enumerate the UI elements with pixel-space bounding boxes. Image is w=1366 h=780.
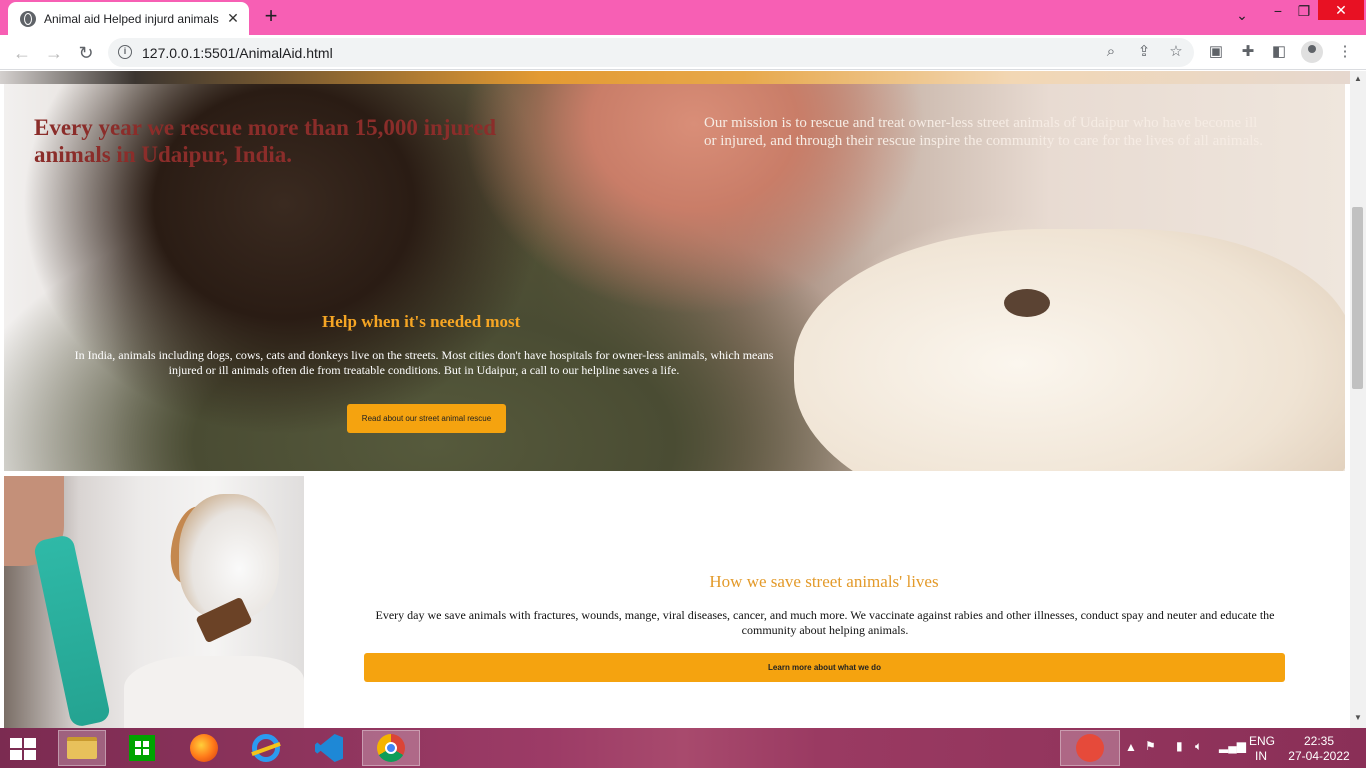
- internet-explorer-icon[interactable]: [242, 730, 290, 766]
- injured-dog-image: [4, 476, 304, 728]
- dog-body: [124, 656, 304, 728]
- back-icon[interactable]: ←: [8, 39, 36, 67]
- page-viewport: Every year we rescue more than 15,000 in…: [0, 71, 1350, 728]
- calf-image: [794, 229, 1345, 471]
- new-tab-button[interactable]: +: [258, 4, 284, 30]
- side-panel-icon[interactable]: ◧: [1268, 41, 1290, 63]
- share-icon[interactable]: ⇪: [1133, 41, 1155, 63]
- chrome-icon[interactable]: [362, 730, 420, 766]
- tab-title: Animal aid Helped injurd animals: [44, 11, 219, 26]
- network-alert-icon[interactable]: ⚑: [1145, 739, 1156, 779]
- scroll-down-arrow-icon[interactable]: ▼: [1354, 713, 1362, 722]
- language-indicator[interactable]: ENG IN: [1249, 734, 1276, 764]
- firefox-icon[interactable]: [180, 730, 228, 766]
- reload-icon[interactable]: ↻: [72, 39, 100, 67]
- clock-time: 22:35: [1303, 734, 1335, 748]
- restore-button[interactable]: ❐: [1290, 0, 1318, 35]
- browser-tab[interactable]: Animal aid Helped injurd animals ✕: [8, 2, 249, 35]
- windows-taskbar: ▲ ⚑ ▮ 🔈︎ ▂▄▆ ENG IN 22:35 27-04-2022: [0, 728, 1366, 768]
- system-clock[interactable]: 22:35 27-04-2022: [1284, 734, 1354, 764]
- store-icon[interactable]: [118, 730, 166, 766]
- how-we-save-title: How we save street animals' lives: [709, 572, 939, 591]
- learn-more-button[interactable]: Learn more about what we do: [364, 653, 1285, 682]
- profile-avatar[interactable]: [1301, 41, 1323, 63]
- language-code: ENG: [1249, 734, 1276, 748]
- globe-icon: [20, 10, 36, 27]
- signal-icon[interactable]: ▂▄▆: [1219, 739, 1246, 779]
- vertical-scrollbar[interactable]: ▲ ▼: [1350, 71, 1366, 728]
- bookmark-star-icon[interactable]: ☆: [1165, 41, 1187, 63]
- browser-toolbar: ← → ↻ i 127.0.0.1:5501/AnimalAid.html ⌕ …: [0, 35, 1366, 70]
- language-region: IN: [1255, 749, 1267, 763]
- minimize-button[interactable]: −: [1264, 0, 1292, 35]
- vscode-icon[interactable]: [305, 730, 353, 766]
- help-title: Help when it's needed most: [322, 312, 521, 331]
- hero-headline: Every year we rescue more than 15,000 in…: [34, 115, 497, 167]
- help-text: In India, animals including dogs, cows, …: [74, 348, 774, 377]
- close-window-button[interactable]: ✕: [1318, 0, 1364, 20]
- tray-expand-icon[interactable]: ▲: [1125, 740, 1137, 780]
- how-we-save-text: Every day we save animals with fractures…: [375, 608, 1275, 637]
- site-info-icon[interactable]: i: [118, 45, 132, 59]
- forward-icon[interactable]: →: [40, 39, 68, 67]
- start-button[interactable]: [8, 736, 38, 760]
- zoom-icon[interactable]: ⌕: [1100, 41, 1122, 63]
- scroll-thumb[interactable]: [1352, 207, 1363, 389]
- browser-titlebar: Animal aid Helped injurd animals ✕ + ⌄ −…: [0, 0, 1366, 35]
- tab-search-icon[interactable]: ⌄: [1228, 4, 1256, 39]
- address-bar[interactable]: i 127.0.0.1:5501/AnimalAid.html: [108, 38, 1194, 67]
- tray-app-icon[interactable]: [1060, 730, 1120, 766]
- volume-icon[interactable]: 🔈︎: [1195, 739, 1202, 779]
- file-explorer-icon[interactable]: [58, 730, 106, 766]
- hero-section: Every year we rescue more than 15,000 in…: [4, 84, 1345, 471]
- bandage: [32, 533, 112, 728]
- calf-eye: [1004, 289, 1050, 317]
- mission-statement: Our mission is to rescue and treat owner…: [704, 115, 1263, 149]
- menu-kebab-icon[interactable]: ⋮: [1334, 41, 1356, 63]
- clock-date: 27-04-2022: [1288, 749, 1350, 763]
- previous-section-image: [0, 71, 1350, 84]
- tab-close-icon[interactable]: ✕: [223, 10, 243, 27]
- street-rescue-button[interactable]: Read about our street animal rescue: [347, 404, 506, 433]
- extensions-puzzle-icon[interactable]: ✚: [1237, 41, 1259, 63]
- battery-icon[interactable]: ▮: [1176, 739, 1183, 779]
- scroll-up-arrow-icon[interactable]: ▲: [1354, 74, 1362, 83]
- dog-head: [179, 494, 279, 619]
- extension-box-icon[interactable]: ▣: [1205, 41, 1227, 63]
- url-text[interactable]: 127.0.0.1:5501/AnimalAid.html: [142, 45, 333, 61]
